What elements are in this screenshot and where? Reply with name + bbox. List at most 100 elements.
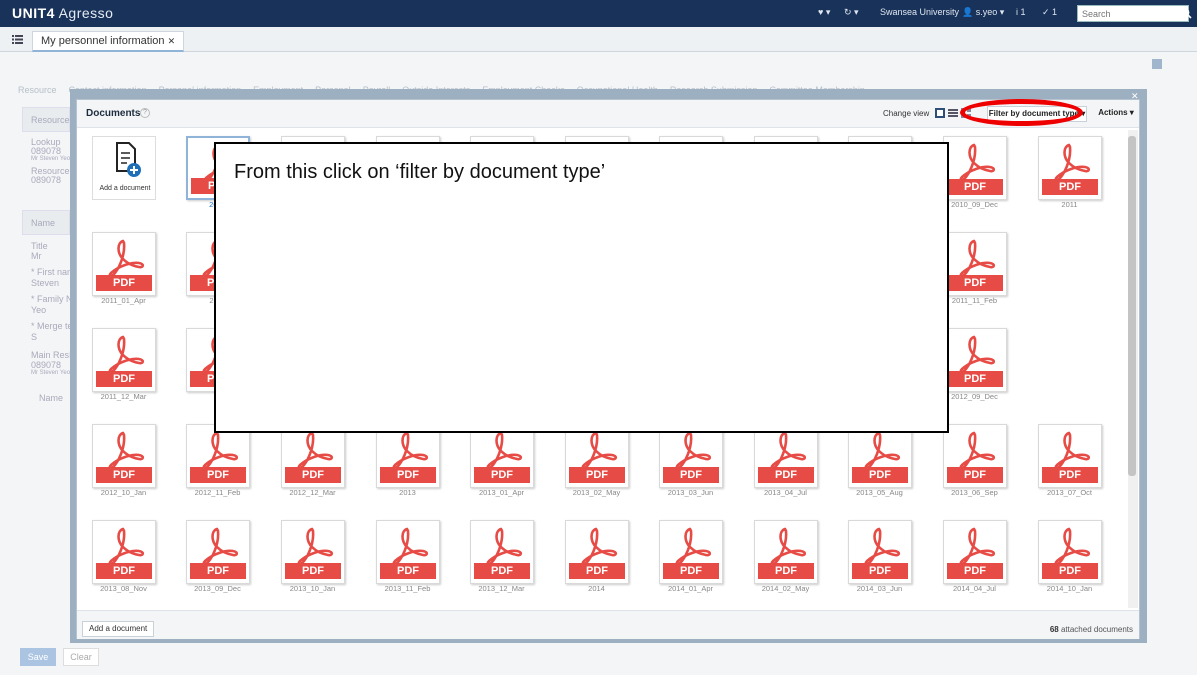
- clear-button[interactable]: Clear: [63, 648, 99, 666]
- pdf-thumbnail: PDF: [1038, 424, 1102, 488]
- logo-product: Agresso: [58, 5, 114, 21]
- document-name: 2012_10_Jan: [100, 488, 147, 497]
- document-tile[interactable]: PDF 2013_12_Mar: [464, 516, 539, 596]
- add-document-button[interactable]: Add a document: [82, 621, 155, 637]
- favourites-icon[interactable]: ♥ ▾: [818, 7, 830, 18]
- document-name: 2013_08_Nov: [100, 584, 147, 593]
- tab-bar: My personnel information ✕: [0, 27, 1197, 52]
- document-tile[interactable]: PDF 2014_04_Jul: [937, 516, 1012, 596]
- document-tile[interactable]: PDF 2013_11_Feb: [370, 516, 445, 596]
- document-name: 2012_12_Mar: [289, 488, 336, 497]
- scrollbar-thumb[interactable]: [1128, 136, 1136, 476]
- document-name: 2014_03_Jun: [856, 584, 903, 593]
- pdf-icon: [1054, 527, 1091, 566]
- document-name: 2012_11_Feb: [194, 488, 241, 497]
- attached-label: attached documents: [1060, 625, 1133, 634]
- pdf-thumbnail: PDF: [1038, 136, 1102, 200]
- resource-header-label: Resource: [31, 115, 70, 125]
- document-tile-partial[interactable]: [275, 607, 350, 608]
- pdf-icon: [108, 239, 145, 278]
- filter-by-document-type-button[interactable]: Filter by document type ▾: [987, 106, 1087, 122]
- document-tile[interactable]: PDF 2014_02_May: [748, 516, 823, 596]
- background-tab[interactable]: Resource: [18, 85, 57, 95]
- document-tile-partial[interactable]: [748, 607, 823, 608]
- pdf-icon: [959, 527, 996, 566]
- pdf-thumbnail: PDF: [565, 424, 629, 488]
- document-tile[interactable]: PDF 2011_12_Mar: [86, 324, 161, 404]
- instruction-callout: From this click on ‘filter by document t…: [214, 142, 949, 433]
- pdf-thumbnail: PDF: [848, 424, 912, 488]
- document-tile-partial[interactable]: [653, 607, 728, 608]
- document-tile[interactable]: PDF 2013_09_Dec: [180, 516, 255, 596]
- tab-label: My personnel information: [41, 35, 165, 47]
- pdf-icon: [864, 527, 901, 566]
- document-name: 2013_10_Jan: [289, 584, 336, 593]
- pdf-icon: [959, 239, 996, 278]
- pdf-label: PDF: [96, 371, 152, 387]
- document-tile[interactable]: PDF 2011: [1032, 132, 1107, 212]
- user-menu[interactable]: 👤 s.yeo ▾: [962, 7, 1004, 18]
- document-tile-partial[interactable]: [937, 607, 1012, 608]
- pdf-label: PDF: [1042, 467, 1098, 483]
- document-tile-partial[interactable]: [180, 607, 255, 608]
- document-tile[interactable]: PDF 2013_08_Nov: [86, 516, 161, 596]
- pdf-icon: [108, 335, 145, 374]
- search-input[interactable]: [1077, 5, 1189, 22]
- actions-menu[interactable]: Actions ▾: [1095, 106, 1137, 122]
- document-tile-partial[interactable]: [464, 607, 539, 608]
- document-tile[interactable]: PDF 2014_01_Apr: [653, 516, 728, 596]
- document-tile-partial[interactable]: [559, 607, 634, 608]
- pdf-label: PDF: [190, 563, 246, 579]
- tile-view-icon[interactable]: [935, 108, 945, 118]
- first-name-value: Steven: [31, 278, 60, 288]
- save-button[interactable]: Save: [20, 648, 56, 666]
- page-tool-icon[interactable]: [1151, 58, 1163, 70]
- title-value: Mr: [31, 251, 42, 261]
- tab-personnel-information[interactable]: My personnel information ✕: [32, 31, 185, 52]
- pdf-label: PDF: [947, 371, 1003, 387]
- change-view-label: Change view: [883, 109, 930, 118]
- history-icon[interactable]: ↻ ▾: [844, 7, 859, 18]
- grid-view-icon[interactable]: [961, 108, 971, 118]
- pdf-thumbnail: PDF: [754, 520, 818, 584]
- tasks-icon[interactable]: ✓ 1: [1042, 7, 1057, 18]
- document-tile[interactable]: PDF 2012_10_Jan: [86, 420, 161, 500]
- org-selector[interactable]: Swansea University: [880, 7, 959, 17]
- tab-close-icon[interactable]: ✕: [168, 36, 176, 46]
- help-icon[interactable]: ?: [140, 108, 150, 118]
- pdf-label: PDF: [96, 563, 152, 579]
- pdf-label: PDF: [380, 563, 436, 579]
- dialog-scrollbar[interactable]: [1128, 130, 1138, 608]
- document-name: 2011: [1061, 200, 1078, 209]
- document-tile[interactable]: PDF 2014_10_Jan: [1032, 516, 1107, 596]
- pdf-label: PDF: [947, 179, 1003, 195]
- document-tile-partial[interactable]: [842, 607, 917, 608]
- add-document-tile-label: Add a document: [99, 185, 151, 192]
- pdf-icon: [1054, 143, 1091, 182]
- document-tile-partial[interactable]: [86, 607, 161, 608]
- list-icon[interactable]: [12, 35, 23, 44]
- document-tile[interactable]: PDF 2013_07_Oct: [1032, 420, 1107, 500]
- pdf-thumbnail: PDF: [659, 520, 723, 584]
- document-tile[interactable]: PDF 2013_10_Jan: [275, 516, 350, 596]
- add-document-tile[interactable]: Add a document: [86, 132, 161, 212]
- search-icon[interactable]: [1181, 8, 1192, 19]
- pdf-thumbnail: PDF: [565, 520, 629, 584]
- document-name: 2014_02_May: [761, 584, 810, 593]
- dialog-footer: Add a document 68 attached documents: [77, 610, 1139, 639]
- document-tile-partial[interactable]: [370, 607, 445, 608]
- pdf-thumbnail: PDF: [943, 424, 1007, 488]
- document-name: 2014: [588, 584, 605, 593]
- document-tile[interactable]: PDF 2014_03_Jun: [842, 516, 917, 596]
- pdf-icon: [392, 527, 429, 566]
- app-logo[interactable]: unit4 Agresso: [12, 5, 113, 21]
- document-name: 2013_06_Sep: [951, 488, 998, 497]
- document-tile-partial[interactable]: [1032, 607, 1107, 608]
- pdf-label: PDF: [190, 467, 246, 483]
- document-tile[interactable]: PDF 2011_01_Apr: [86, 228, 161, 308]
- info-icon[interactable]: i 1: [1016, 7, 1026, 17]
- pdf-icon: [1054, 431, 1091, 470]
- list-view-icon[interactable]: [948, 108, 958, 118]
- document-tile[interactable]: PDF 2014: [559, 516, 634, 596]
- document-name: 2014_01_Apr: [667, 584, 714, 593]
